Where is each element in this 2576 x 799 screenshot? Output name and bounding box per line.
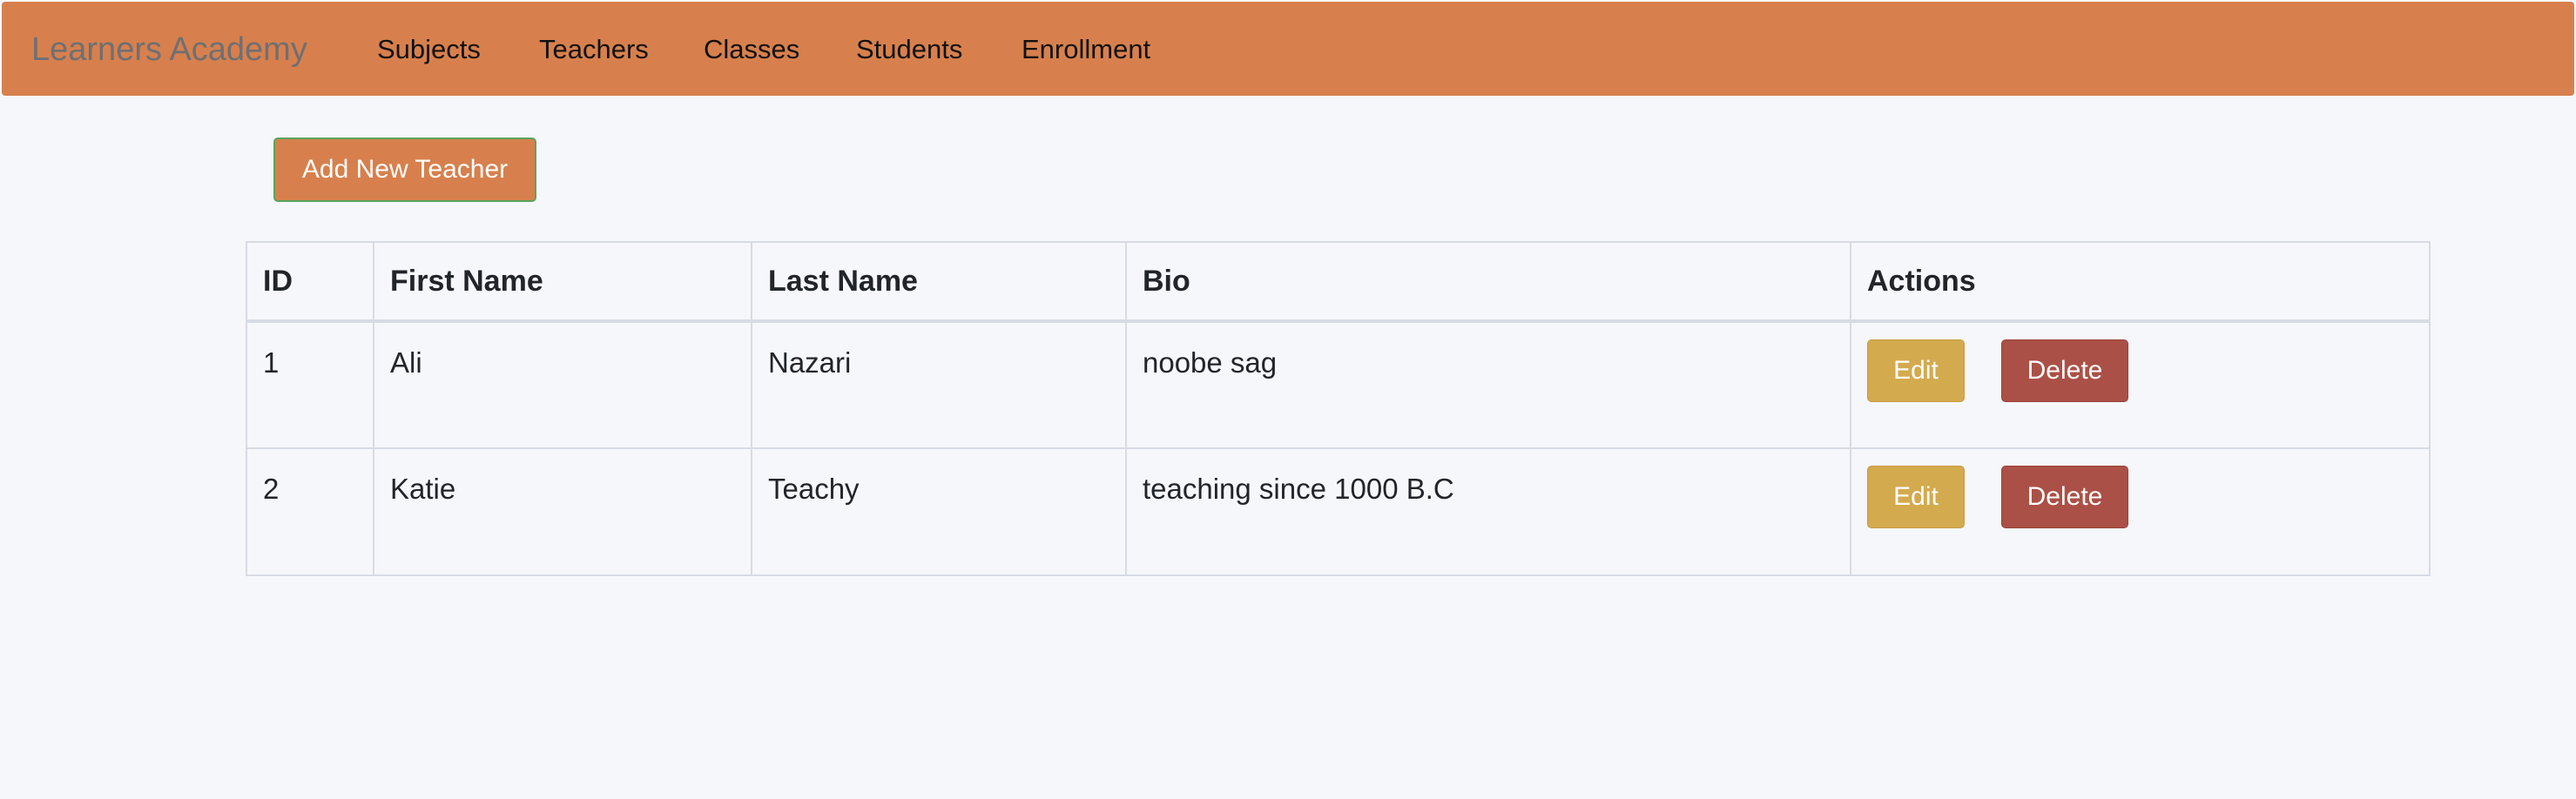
table-row: 1 Ali Nazari noobe sag Edit Delete xyxy=(246,320,2431,449)
edit-button[interactable]: Edit xyxy=(1867,466,1965,528)
column-header-id: ID xyxy=(246,241,374,323)
brand-link[interactable]: Learners Academy xyxy=(31,2,307,96)
column-header-actions: Actions xyxy=(1850,241,2431,323)
column-header-last-name: Last Name xyxy=(751,241,1127,323)
cell-last-name: Teachy xyxy=(751,447,1127,576)
column-header-bio: Bio xyxy=(1125,241,1851,323)
table-header-row: ID First Name Last Name Bio Actions xyxy=(246,241,2431,323)
cell-first-name: Ali xyxy=(373,320,752,449)
nav-item-classes[interactable]: Classes xyxy=(704,2,799,96)
cell-bio: noobe sag xyxy=(1125,320,1851,449)
cell-id: 2 xyxy=(246,447,374,576)
cell-actions: Edit Delete xyxy=(1850,447,2431,576)
table-row: 2 Katie Teachy teaching since 1000 B.C E… xyxy=(246,447,2431,576)
nav-item-teachers[interactable]: Teachers xyxy=(539,2,649,96)
nav-item-students[interactable]: Students xyxy=(856,2,962,96)
column-header-first-name: First Name xyxy=(373,241,752,323)
nav-item-subjects[interactable]: Subjects xyxy=(377,2,481,96)
cell-first-name: Katie xyxy=(373,447,752,576)
teachers-table: ID First Name Last Name Bio Actions 1 Al… xyxy=(246,241,2431,576)
cell-actions: Edit Delete xyxy=(1850,320,2431,449)
cell-bio: teaching since 1000 B.C xyxy=(1125,447,1851,576)
delete-button[interactable]: Delete xyxy=(2001,466,2128,528)
table-header: ID First Name Last Name Bio Actions xyxy=(246,241,2431,323)
add-new-teacher-button[interactable]: Add New Teacher xyxy=(273,138,536,202)
delete-button[interactable]: Delete xyxy=(2001,339,2128,402)
nav-item-enrollment[interactable]: Enrollment xyxy=(1022,2,1150,96)
cell-id: 1 xyxy=(246,320,374,449)
edit-button[interactable]: Edit xyxy=(1867,339,1965,402)
top-navbar: Learners Academy Subjects Teachers Class… xyxy=(2,2,2574,96)
cell-last-name: Nazari xyxy=(751,320,1127,449)
table-body: 1 Ali Nazari noobe sag Edit Delete 2 Kati… xyxy=(246,320,2431,576)
